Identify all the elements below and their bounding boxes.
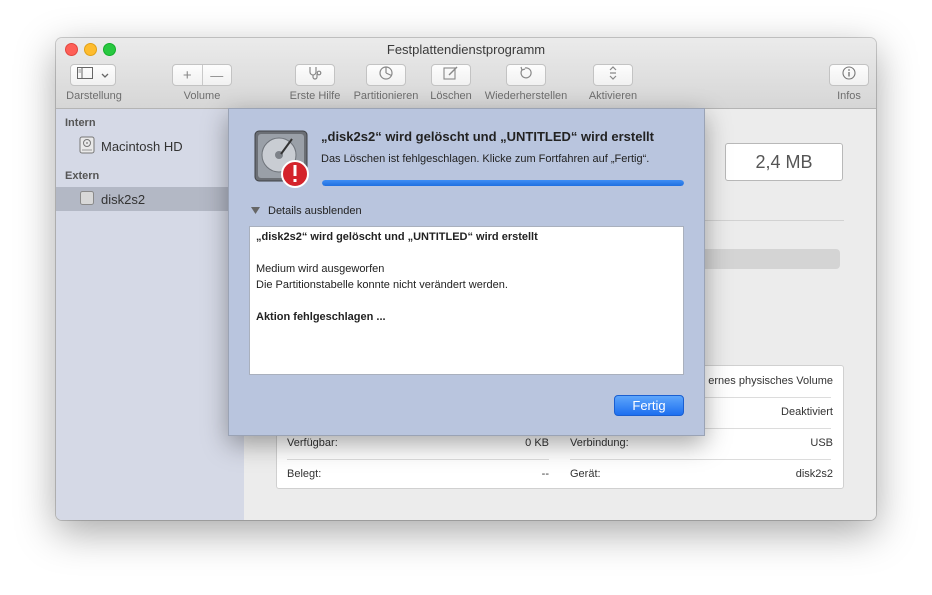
view-mode-button[interactable]: [70, 64, 116, 86]
details-log: „disk2s2“ wird gelöscht und „UNTITLED“ w…: [249, 226, 684, 375]
details-log-line: Die Partitionstabelle konnte nicht verän…: [256, 279, 508, 291]
partition-button[interactable]: [366, 64, 406, 86]
sheet-title: „disk2s2“ wird gelöscht und „UNTITLED“ w…: [321, 129, 654, 144]
info-icon: [842, 65, 856, 85]
info-used-label: Belegt:: [287, 468, 322, 480]
first-aid-label: Erste Hilfe: [289, 90, 341, 102]
details-toggle-label: Details ausblenden: [268, 205, 362, 217]
info-connection-value: USB: [810, 437, 833, 449]
erase-button[interactable]: [431, 64, 471, 86]
mount-button[interactable]: [593, 64, 633, 86]
info-available-value: 0 KB: [525, 437, 549, 449]
erase-progress-sheet: „disk2s2“ wird gelöscht und „UNTITLED“ w…: [228, 108, 705, 436]
info-available-label: Verfügbar:: [287, 437, 338, 449]
details-toggle[interactable]: Details ausblenden: [251, 205, 362, 217]
restore-arrow-icon: [519, 66, 533, 85]
external-disk-icon: [79, 190, 95, 209]
info-connection-label: Verbindung:: [570, 437, 629, 449]
info-device-label: Gerät:: [570, 468, 601, 480]
stethoscope-icon: [307, 66, 323, 85]
info-device-value: disk2s2: [795, 468, 833, 480]
sidebar-item-disk2s2[interactable]: disk2s2: [56, 187, 244, 211]
info-row-divider: [570, 459, 831, 460]
sidebar-item-label: Macintosh HD: [101, 138, 183, 154]
sheet-status-text: Das Löschen ist fehlgeschlagen. Klicke z…: [321, 153, 650, 165]
details-log-result: Aktion fehlgeschlagen ...: [256, 311, 386, 323]
erase-pencil-icon: [443, 66, 459, 85]
info-label: Infos: [837, 90, 861, 102]
disclosure-triangle-icon: [251, 205, 260, 217]
chevron-down-icon: [101, 66, 109, 84]
details-log-line: Medium wird ausgeworfen: [256, 263, 385, 275]
capacity-bar: [694, 249, 840, 269]
header-divider: [694, 220, 844, 221]
erase-progress-fill: [322, 180, 684, 186]
mount-icon: [608, 65, 618, 85]
sidebar-view-icon: [77, 66, 93, 84]
info-used-value: --: [541, 468, 549, 480]
info-row-divider: [287, 459, 549, 460]
sidebar: Intern Macintosh HD Extern disk2s2: [56, 109, 244, 520]
view-mode-label: Darstellung: [66, 90, 122, 102]
erase-label: Löschen: [430, 90, 472, 102]
done-button[interactable]: Fertig: [614, 395, 684, 416]
first-aid-button[interactable]: [295, 64, 335, 86]
sidebar-item-label: disk2s2: [101, 191, 146, 207]
sidebar-header-internal: Intern: [65, 117, 96, 129]
restore-label: Wiederherstellen: [484, 90, 568, 102]
title-bar: Festplattendienstprogramm Darstellung + …: [56, 38, 876, 109]
info-button[interactable]: [829, 64, 869, 86]
mount-label: Aktivieren: [588, 90, 638, 102]
hard-drive-error-icon: [253, 127, 313, 194]
info-type-value: ernes physisches Volume: [708, 375, 833, 387]
volume-label: Volume: [183, 90, 221, 102]
window-title: Festplattendienstprogramm: [386, 42, 546, 57]
partition-label: Partitionieren: [353, 90, 419, 102]
info-status-value: Deaktiviert: [781, 406, 833, 418]
partition-pie-icon: [379, 65, 393, 85]
disk-size-box: 2,4 MB: [725, 143, 843, 181]
sidebar-item-macintosh-hd[interactable]: Macintosh HD: [56, 134, 244, 158]
erase-progress-bar: [322, 180, 684, 186]
volume-segmented-control: + —: [172, 64, 232, 86]
sidebar-header-external: Extern: [65, 170, 100, 182]
restore-button[interactable]: [506, 64, 546, 86]
add-volume-button[interactable]: +: [173, 65, 203, 85]
remove-volume-button[interactable]: —: [203, 65, 232, 85]
internal-disk-icon: [79, 136, 95, 157]
details-log-title: „disk2s2“ wird gelöscht und „UNTITLED“ w…: [256, 231, 538, 243]
